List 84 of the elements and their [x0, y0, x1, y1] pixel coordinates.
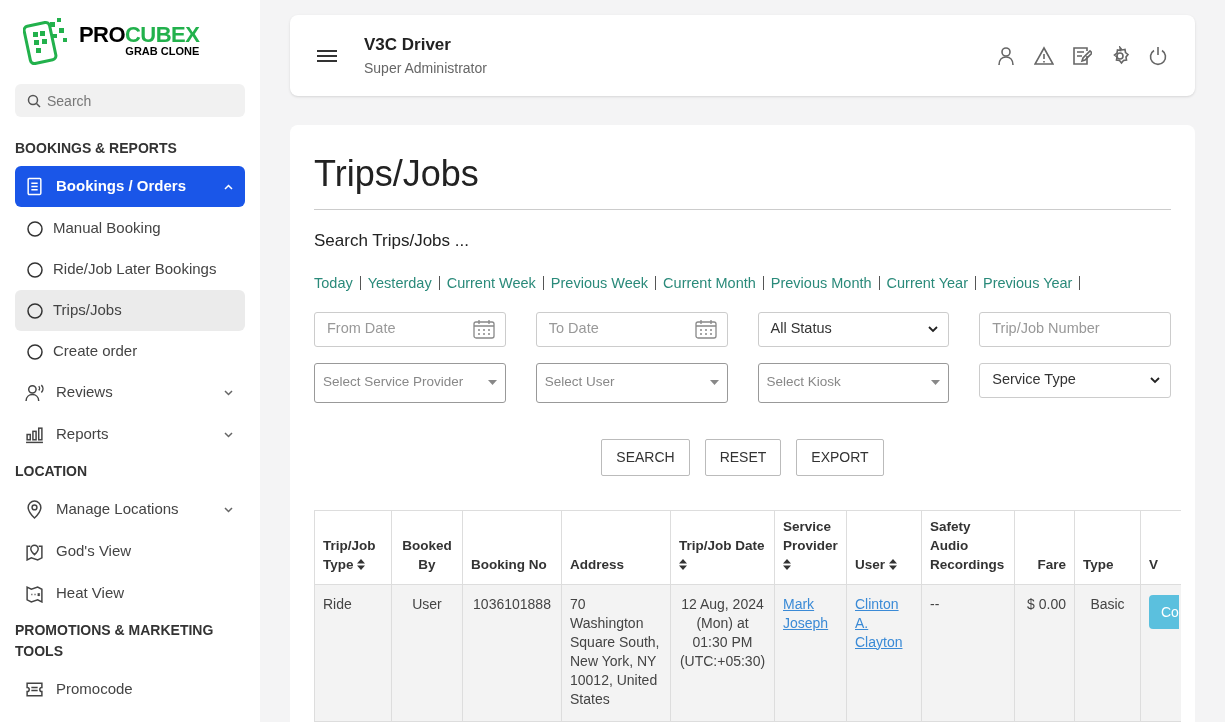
date-link[interactable]: Current Month: [663, 275, 764, 290]
sort-icon[interactable]: [357, 559, 366, 571]
select-field[interactable]: Service Type: [979, 362, 1171, 398]
page-title: Trips/Jobs: [314, 147, 1171, 210]
circle-icon: [27, 343, 43, 360]
chevron-icon: [224, 389, 233, 396]
nav-item[interactable]: God's View: [15, 531, 245, 572]
caret-icon: [487, 380, 497, 385]
select-field[interactable]: All Status: [757, 311, 950, 347]
column-header: Address: [570, 555, 626, 574]
action-button[interactable]: EXPORT: [796, 438, 884, 476]
sort-icon[interactable]: [679, 559, 687, 571]
table-cell: --: [930, 595, 940, 612]
table-cell: Basic: [1090, 595, 1125, 612]
map-pin-icon: [25, 542, 44, 561]
column-header: Fare: [1036, 555, 1066, 574]
chevron-icon: [224, 183, 233, 190]
ticket-icon: [25, 680, 44, 699]
nav-item[interactable]: Heat View: [15, 573, 245, 614]
section-heading: PROMOTIONS & MARKETING TOOLS: [15, 621, 215, 661]
user-voice-icon: [25, 383, 44, 402]
column-header: V: [1149, 555, 1159, 574]
calendar-icon: [694, 319, 717, 339]
column-header: Type: [1083, 555, 1115, 574]
table-cell: 1036101888: [473, 595, 551, 612]
nav-subitem[interactable]: Trips/Jobs: [15, 290, 245, 331]
chevron-icon: [224, 431, 233, 438]
circle-icon: [27, 261, 43, 278]
logo-text: PROCUBEX: [79, 23, 200, 46]
nav-item[interactable]: Manage Locations: [15, 489, 245, 530]
chevron-icon: [224, 506, 233, 513]
dropdown-field[interactable]: Select Service Provider: [314, 362, 506, 403]
table-cell: 70 Washington Square South, New York, NY 10012, United States: [570, 595, 660, 707]
table-cell: $ 0.00: [1027, 595, 1066, 612]
power-icon[interactable]: [1148, 45, 1168, 66]
table-cell: User: [412, 595, 442, 612]
nav-subitem[interactable]: Ride/Job Later Bookings: [15, 249, 245, 290]
search-field[interactable]: Search: [15, 84, 245, 117]
dropdown-field[interactable]: Select User: [535, 362, 728, 403]
table-cell: 12 Aug, 2024 (Mon) at 01:30 PM (UTC:+05:30): [679, 595, 766, 669]
nav-item[interactable]: Reviews: [15, 372, 245, 413]
date-link[interactable]: Previous Year: [982, 275, 1081, 290]
user-icon[interactable]: [996, 45, 1016, 66]
section-title: Search Trips/Jobs ...: [314, 230, 469, 252]
nav-item[interactable]: Bookings / Orders: [15, 166, 245, 207]
nav-subitem[interactable]: Manual Booking: [15, 208, 245, 249]
column-header: Booking No: [471, 555, 548, 574]
date-link[interactable]: Previous Week: [550, 275, 657, 290]
section-heading: LOCATION: [15, 462, 88, 481]
search-icon: [27, 94, 41, 108]
sort-icon[interactable]: [888, 559, 897, 571]
map-icon: [25, 584, 44, 603]
nav-item[interactable]: Reports: [15, 414, 245, 455]
warning-icon[interactable]: [1034, 45, 1054, 66]
user-name: V3C Driver: [364, 34, 452, 57]
date-link[interactable]: Current Week: [446, 275, 544, 290]
action-button[interactable]: SEARCH: [601, 438, 690, 476]
circle-icon: [27, 302, 43, 319]
calendar-icon: [472, 319, 495, 339]
date-link[interactable]: Today: [314, 275, 361, 290]
date-link[interactable]: Previous Month: [770, 275, 880, 290]
date-link[interactable]: Current Year: [886, 275, 976, 290]
nav-item[interactable]: Promocode: [15, 669, 245, 710]
column-header: Booked By: [401, 536, 453, 574]
menu-icon[interactable]: [317, 48, 337, 63]
section-heading: BOOKINGS & REPORTS: [15, 139, 177, 158]
circle-icon: [27, 220, 43, 237]
sort-icon[interactable]: [783, 559, 791, 571]
date-link[interactable]: Yesterday: [367, 275, 440, 290]
action-button[interactable]: RESET: [704, 438, 782, 476]
table-cell: Ride: [323, 595, 352, 612]
location-pin-icon: [25, 500, 44, 519]
nav-subitem[interactable]: Create order: [15, 331, 245, 372]
caret-icon: [709, 380, 719, 385]
caret-icon: [931, 380, 941, 385]
edit-icon[interactable]: [1072, 45, 1092, 66]
column-header: Safety Audio Recordings: [930, 517, 1006, 574]
chevron-icon: [928, 325, 939, 333]
chevron-icon: [1150, 376, 1160, 384]
dropdown-field[interactable]: Select Kiosk: [757, 362, 950, 403]
user-role: Super Administrator: [364, 58, 487, 78]
document-icon: [25, 177, 44, 196]
logo-tagline: GRAB CLONE: [124, 45, 200, 57]
bar-chart-icon: [25, 425, 44, 444]
